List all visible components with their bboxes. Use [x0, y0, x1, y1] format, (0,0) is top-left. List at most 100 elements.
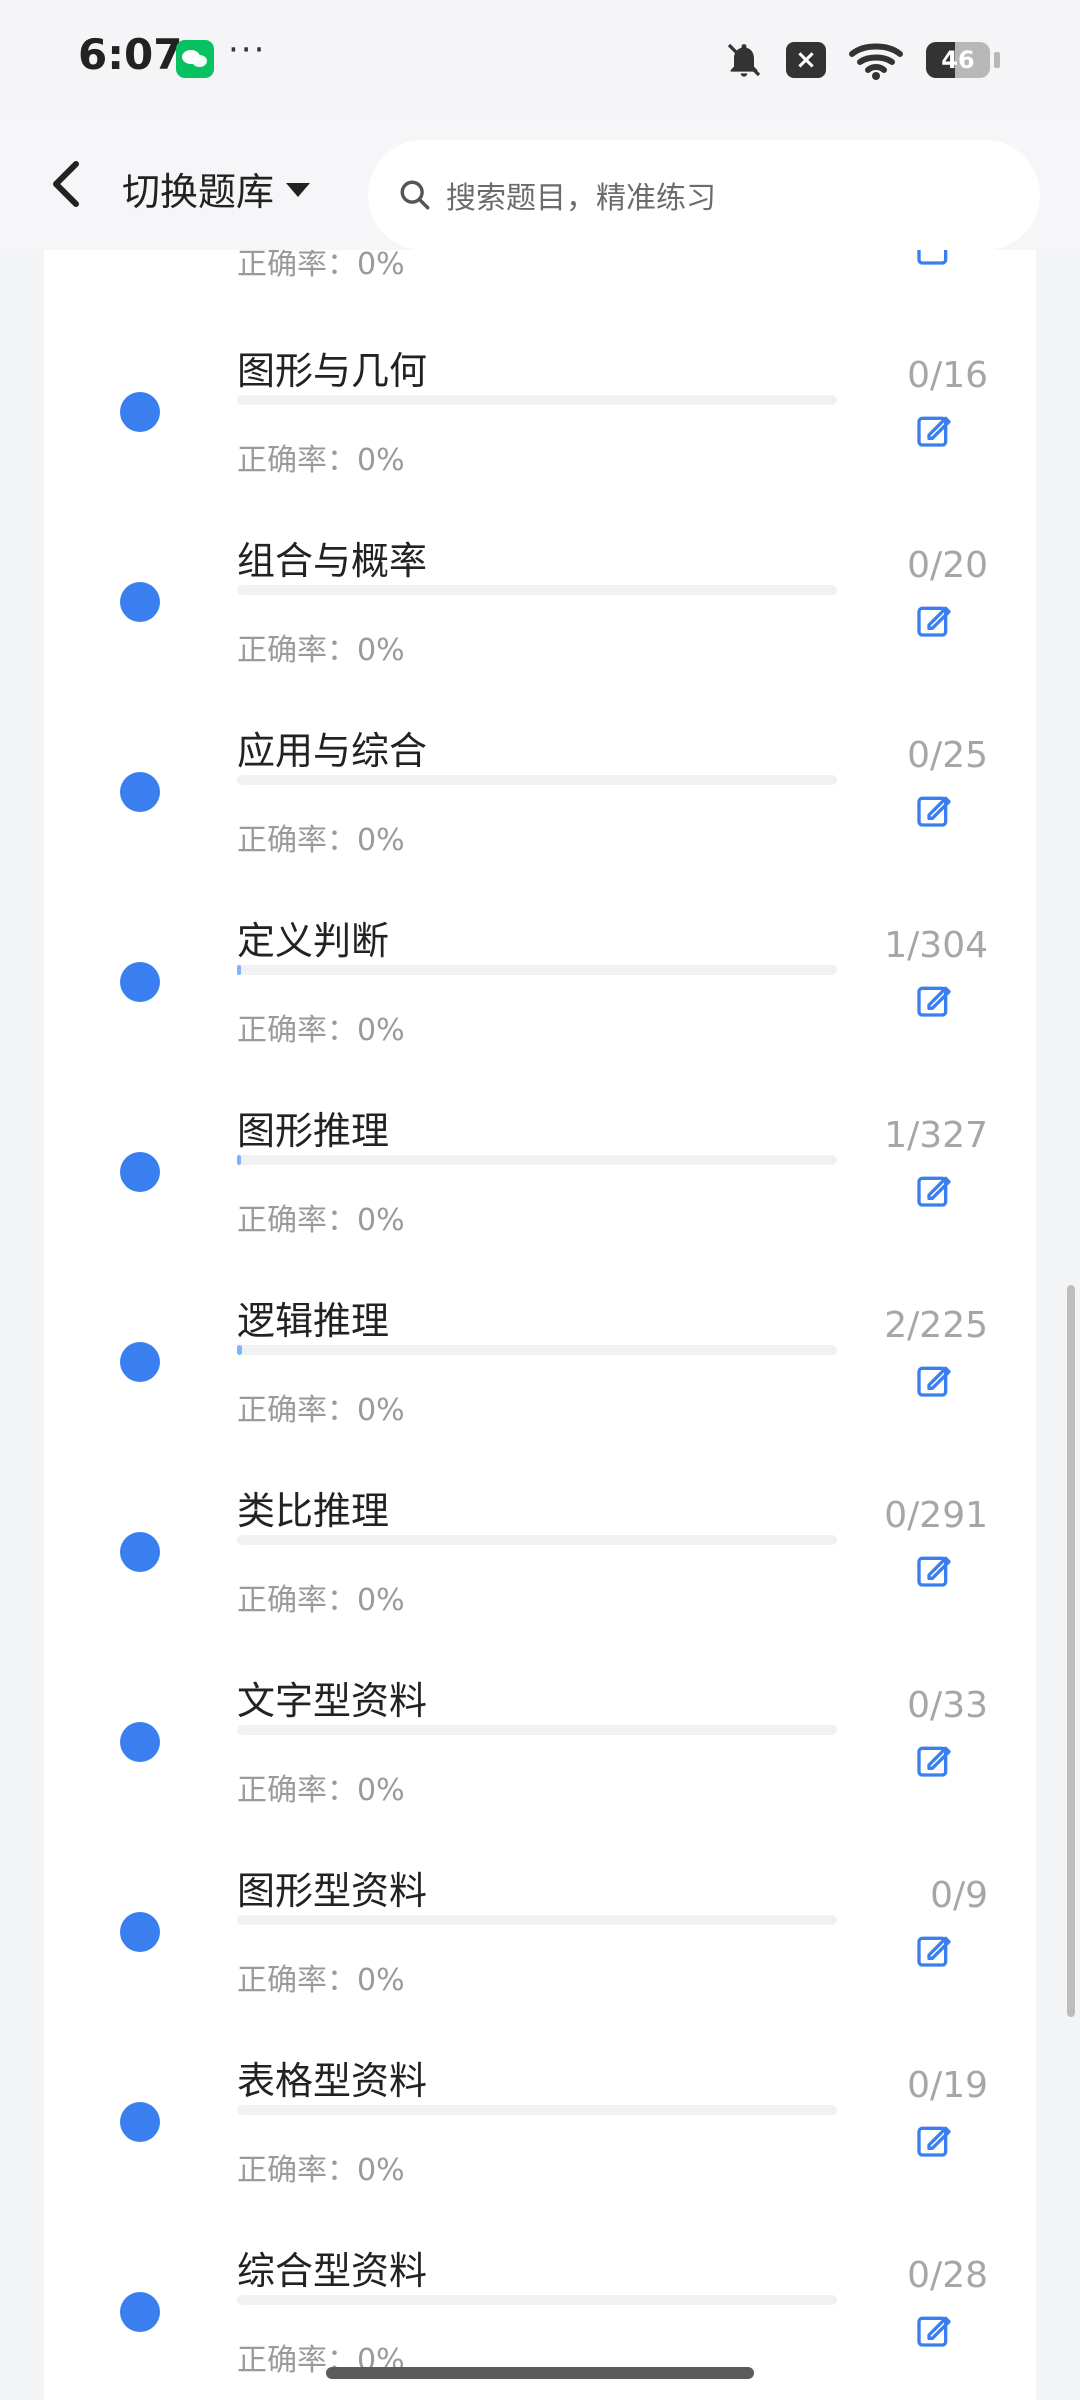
progress-track [237, 585, 837, 595]
list-item[interactable]: 文字型资料 正确率：0% 0/33 [44, 1620, 1036, 1810]
progress-track [237, 1725, 837, 1735]
battery: 46 [926, 42, 990, 78]
edit-icon [917, 1366, 951, 1397]
edit-button[interactable] [914, 1930, 954, 1970]
edit-icon [917, 796, 951, 827]
progress-track [237, 1915, 837, 1925]
item-title: 类比推理 [237, 1489, 390, 1533]
bullet-dot [120, 1152, 160, 1192]
wechat-icon [176, 40, 214, 78]
progress-track [237, 1535, 837, 1545]
edit-button[interactable] [914, 980, 954, 1020]
item-title: 定义判断 [237, 919, 390, 963]
accuracy-label: 正确率：0% [237, 1583, 405, 1618]
edit-button[interactable] [914, 790, 954, 830]
item-title: 应用与综合 [237, 729, 428, 773]
list-item[interactable]: 组合与概率 正确率：0% 0/20 [44, 480, 1036, 670]
edit-icon [917, 1936, 951, 1967]
progress-fill [237, 1345, 242, 1355]
bullet-dot [120, 1532, 160, 1572]
wifi-icon [848, 40, 904, 80]
progress-track [237, 1345, 837, 1355]
item-title: 综合型资料 [237, 2249, 428, 2293]
list-item[interactable]: 图形与几何 正确率：0% 0/16 [44, 290, 1036, 480]
progress-track [237, 1155, 837, 1165]
item-title: 图形型资料 [237, 1869, 428, 1913]
battery-icon: 46 [926, 42, 1000, 78]
edit-button[interactable] [914, 600, 954, 640]
list-item[interactable]: 定义判断 正确率：0% 1/304 [44, 860, 1036, 1050]
content-card: 正确率：0% 图形与几何 正确率：0% 0/16 组合与概率 正确率：0% 0/… [44, 250, 1036, 2400]
item-title: 组合与概率 [237, 539, 428, 583]
edit-icon [917, 1746, 951, 1777]
question-count: 1/327 [884, 1115, 988, 1156]
back-arrow-icon [53, 161, 79, 207]
bullet-dot [120, 582, 160, 622]
item-title: 逻辑推理 [237, 1299, 390, 1343]
edit-button[interactable] [914, 410, 954, 450]
question-count: 0/16 [907, 355, 988, 396]
bullet-dot [120, 2102, 160, 2142]
accuracy-label: 正确率：0% [237, 823, 405, 858]
search-placeholder: 搜索题目，精准练习 [446, 181, 716, 216]
edit-button[interactable] [914, 1360, 954, 1400]
question-count: 0/291 [884, 1495, 988, 1536]
list-item[interactable]: 图形推理 正确率：0% 1/327 [44, 1050, 1036, 1240]
edit-icon [917, 416, 951, 447]
bullet-dot [120, 1342, 160, 1382]
partial-accuracy-label: 正确率：0% [237, 250, 405, 282]
bullet-dot [120, 962, 160, 1002]
item-title: 表格型资料 [237, 2059, 428, 2103]
question-count: 0/33 [907, 1685, 988, 1726]
question-count: 2/225 [884, 1305, 988, 1346]
edit-icon[interactable] [914, 250, 954, 268]
edit-button[interactable] [914, 2310, 954, 2350]
edit-icon [917, 1176, 951, 1207]
accuracy-label: 正确率：0% [237, 443, 405, 478]
caret-down-icon [286, 183, 311, 197]
bullet-dot [120, 1722, 160, 1762]
bullet-dot [120, 392, 160, 432]
accuracy-label: 正确率：0% [237, 633, 405, 668]
question-count: 0/19 [907, 2065, 988, 2106]
accuracy-label: 正确率：0% [237, 1773, 405, 1808]
x-icon: × [786, 42, 826, 78]
list-item[interactable]: 逻辑推理 正确率：0% 2/225 [44, 1240, 1036, 1430]
list-item[interactable]: 表格型资料 正确率：0% 0/19 [44, 2000, 1036, 2190]
scrollbar[interactable] [1067, 1285, 1075, 2017]
back-button[interactable] [36, 154, 96, 214]
list-item[interactable]: 类比推理 正确率：0% 0/291 [44, 1430, 1036, 1620]
status-bar: 6:07 ··· × 46 [0, 0, 1080, 120]
edit-button[interactable] [914, 1550, 954, 1590]
item-title: 图形推理 [237, 1109, 390, 1153]
edit-icon [917, 606, 951, 637]
gesture-nav-bar[interactable] [326, 2367, 754, 2379]
header: 切换题库 搜索题目，精准练习 [0, 120, 1080, 250]
question-count: 1/304 [884, 925, 988, 966]
battery-tip [994, 52, 1000, 68]
accuracy-label: 正确率：0% [237, 1963, 405, 1998]
switch-question-bank-button[interactable]: 切换题库 [122, 158, 311, 218]
question-count: 0/20 [907, 545, 988, 586]
bullet-dot [120, 772, 160, 812]
progress-track [237, 775, 837, 785]
list-item[interactable]: 图形型资料 正确率：0% 0/9 [44, 1810, 1036, 2000]
edit-icon [917, 2316, 951, 2347]
bullet-dot [120, 1912, 160, 1952]
edit-button[interactable] [914, 1170, 954, 1210]
bullet-dot [120, 2292, 160, 2332]
list-item[interactable]: 综合型资料 正确率：0% 0/28 [44, 2190, 1036, 2380]
progress-fill [237, 965, 241, 975]
battery-level: 46 [941, 46, 975, 74]
edit-button[interactable] [914, 1740, 954, 1780]
progress-track [237, 2105, 837, 2115]
progress-fill [237, 1155, 241, 1165]
search-input[interactable]: 搜索题目，精准练习 [368, 140, 1040, 250]
edit-icon [917, 2126, 951, 2157]
edit-button[interactable] [914, 2120, 954, 2160]
edit-icon [917, 1556, 951, 1587]
progress-track [237, 395, 837, 405]
question-count: 0/28 [907, 2255, 988, 2296]
list-item[interactable]: 应用与综合 正确率：0% 0/25 [44, 670, 1036, 860]
mute-bell-icon [724, 40, 764, 80]
